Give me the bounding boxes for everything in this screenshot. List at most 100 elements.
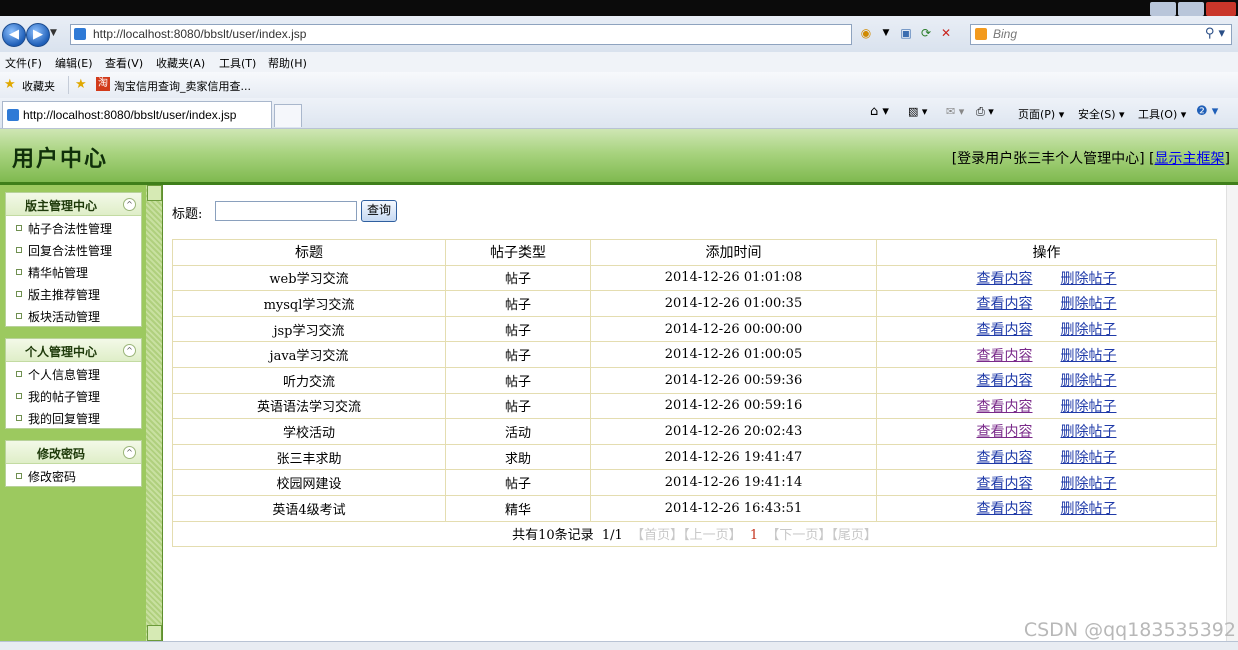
delete-post-link[interactable]: 删除帖子 — [1061, 450, 1117, 466]
close-window-button[interactable] — [1206, 2, 1236, 16]
show-main-frame-link[interactable]: 显示主框架 — [1155, 151, 1225, 167]
delete-post-link[interactable]: 删除帖子 — [1061, 296, 1117, 312]
address-toolbar: ◀ ▶ ▼ http://localhost:8080/bbslt/user/i… — [0, 16, 1238, 53]
compatibility-icon[interactable]: ◉ — [856, 24, 876, 43]
search-box[interactable]: Bing ⚲ ▾ — [970, 24, 1232, 45]
first-page-link[interactable]: 【首页】 — [631, 528, 683, 543]
post-time-cell: 2014-12-26 19:41:14 — [590, 469, 877, 496]
feeds-icon[interactable]: ▧ ▾ — [908, 105, 927, 118]
actions-cell: 查看内容 删除帖子 — [876, 366, 1217, 394]
window-title-strip — [0, 0, 1238, 16]
back-button[interactable]: ◀ — [2, 23, 26, 47]
page-menu[interactable]: 页面(P) ▾ — [1018, 106, 1064, 122]
view-content-link[interactable]: 查看内容 — [977, 271, 1033, 287]
last-page-link[interactable]: 【尾页】 — [831, 528, 877, 543]
panel-header[interactable]: 个人管理中心 ^ — [6, 339, 141, 362]
post-title-cell: 学校活动 — [172, 418, 446, 445]
collapse-icon[interactable]: ^ — [123, 446, 136, 459]
search-icon[interactable]: ⚲ ▾ — [1205, 26, 1225, 41]
main-scrollbar[interactable] — [1226, 185, 1238, 641]
splitter-bottom-button[interactable] — [147, 625, 162, 641]
safety-menu[interactable]: 安全(S) ▾ — [1078, 106, 1125, 122]
next-page-link[interactable]: 【下一页】 — [766, 528, 831, 543]
sidebar-item-board-activities[interactable]: 板块活动管理 — [6, 304, 141, 326]
sidebar-item-my-replies[interactable]: 我的回复管理 — [6, 406, 141, 428]
delete-post-link[interactable]: 删除帖子 — [1061, 399, 1117, 415]
page-header: 用户中心 [登录用户张三丰个人管理中心] [显示主框架] — [0, 129, 1238, 182]
delete-post-link[interactable]: 删除帖子 — [1061, 322, 1117, 338]
active-tab[interactable]: http://localhost:8080/bbslt/user/index.j… — [2, 101, 272, 128]
new-tab-button[interactable] — [274, 104, 302, 127]
view-content-link[interactable]: 查看内容 — [977, 348, 1033, 364]
login-info: [登录用户张三丰个人管理中心] [显示主框架] — [952, 148, 1230, 168]
post-title-cell: jsp学习交流 — [172, 315, 446, 343]
table-row: jsp学习交流 帖子 2014-12-26 00:00:00 查看内容 删除帖子 — [172, 315, 1217, 343]
sidebar-item-reply-legality[interactable]: 回复合法性管理 — [6, 238, 141, 260]
add-favorite-icon[interactable]: ★ — [75, 77, 87, 92]
view-content-link[interactable]: 查看内容 — [977, 373, 1033, 389]
sidebar-item-personal-info[interactable]: 个人信息管理 — [6, 362, 141, 384]
actions-cell: 查看内容 删除帖子 — [876, 392, 1217, 420]
post-type-cell: 帖子 — [445, 469, 591, 496]
view-content-link[interactable]: 查看内容 — [977, 296, 1033, 312]
total-records: 共有10条记录 — [512, 528, 594, 544]
splitter-top-button[interactable] — [147, 185, 162, 201]
address-bar[interactable]: http://localhost:8080/bbslt/user/index.j… — [70, 24, 852, 45]
prev-page-link[interactable]: 【上一页】 — [683, 528, 742, 543]
menu-file[interactable]: 文件(F) — [5, 55, 42, 71]
mail-icon[interactable]: ✉ ▾ — [946, 105, 964, 118]
sidebar-item-post-legality[interactable]: 帖子合法性管理 — [6, 216, 141, 238]
view-content-link[interactable]: 查看内容 — [977, 399, 1033, 415]
delete-post-link[interactable]: 删除帖子 — [1061, 271, 1117, 287]
tools-menu[interactable]: 工具(O) ▾ — [1138, 106, 1186, 122]
minimize-button[interactable] — [1150, 2, 1176, 16]
post-title-cell: mysql学习交流 — [172, 290, 446, 317]
print-icon[interactable]: ⎙ ▾ — [976, 105, 994, 119]
sidebar-item-featured-posts[interactable]: 精华帖管理 — [6, 260, 141, 282]
menu-edit[interactable]: 编辑(E) — [55, 55, 93, 71]
panel-header[interactable]: 版主管理中心 ^ — [6, 193, 141, 216]
post-time-cell: 2014-12-26 16:43:51 — [590, 494, 877, 522]
stop-icon[interactable]: ✕ — [936, 24, 956, 43]
delete-post-link[interactable]: 删除帖子 — [1061, 476, 1117, 492]
compat-view-icon[interactable]: ▣ — [896, 24, 916, 43]
view-content-link[interactable]: 查看内容 — [977, 450, 1033, 466]
search-engine-label: Bing — [993, 27, 1018, 41]
view-content-link[interactable]: 查看内容 — [977, 476, 1033, 492]
delete-post-link[interactable]: 删除帖子 — [1061, 348, 1117, 364]
post-title-cell: 听力交流 — [172, 366, 446, 394]
refresh-icon[interactable]: ⟳ — [916, 24, 936, 43]
panel-title: 版主管理中心 — [24, 199, 97, 213]
sidebar-item-my-posts[interactable]: 我的帖子管理 — [6, 384, 141, 406]
maximize-button[interactable] — [1178, 2, 1204, 16]
view-content-link[interactable]: 查看内容 — [977, 322, 1033, 338]
menu-view[interactable]: 查看(V) — [105, 55, 143, 71]
delete-post-link[interactable]: 删除帖子 — [1061, 501, 1117, 517]
posts-table: 标题 帖子类型 添加时间 操作 web学习交流 帖子 2014-12-26 01:0… — [172, 239, 1217, 548]
post-type-cell: 求助 — [445, 443, 591, 471]
menu-favorites[interactable]: 收藏夹(A) — [156, 55, 205, 71]
panel-header[interactable]: 修改密码 ^ — [6, 441, 141, 464]
forward-button[interactable]: ▶ — [26, 23, 50, 47]
sidebar-item-moderator-recommend[interactable]: 版主推荐管理 — [6, 282, 141, 304]
delete-post-link[interactable]: 删除帖子 — [1061, 373, 1117, 389]
sidebar-item-change-password[interactable]: 修改密码 — [6, 464, 141, 486]
menu-help[interactable]: 帮助(H) — [268, 55, 307, 71]
menu-tools[interactable]: 工具(T) — [219, 55, 256, 71]
bullet-icon — [16, 415, 22, 421]
collapse-icon[interactable]: ^ — [123, 344, 136, 357]
title-search-input[interactable] — [215, 201, 357, 221]
history-dropdown-icon[interactable]: ▼ — [50, 28, 57, 38]
sidebar-splitter[interactable] — [146, 185, 163, 641]
help-icon[interactable]: ❷ ▾ — [1196, 104, 1218, 119]
dropdown-icon[interactable]: ▼ — [876, 24, 896, 43]
delete-post-link[interactable]: 删除帖子 — [1061, 424, 1117, 440]
favorites-button[interactable]: 收藏夹 — [22, 78, 55, 94]
collapse-icon[interactable]: ^ — [123, 198, 136, 211]
view-content-link[interactable]: 查看内容 — [977, 424, 1033, 440]
query-button[interactable]: 查询 — [361, 200, 397, 222]
home-icon[interactable]: ⌂ ▾ — [870, 104, 889, 119]
view-content-link[interactable]: 查看内容 — [977, 501, 1033, 517]
login-info-text: [登录用户张三丰个人管理中心] [ — [951, 151, 1155, 167]
favorite-link[interactable]: 淘宝信用查询_卖家信用查... — [114, 78, 251, 94]
